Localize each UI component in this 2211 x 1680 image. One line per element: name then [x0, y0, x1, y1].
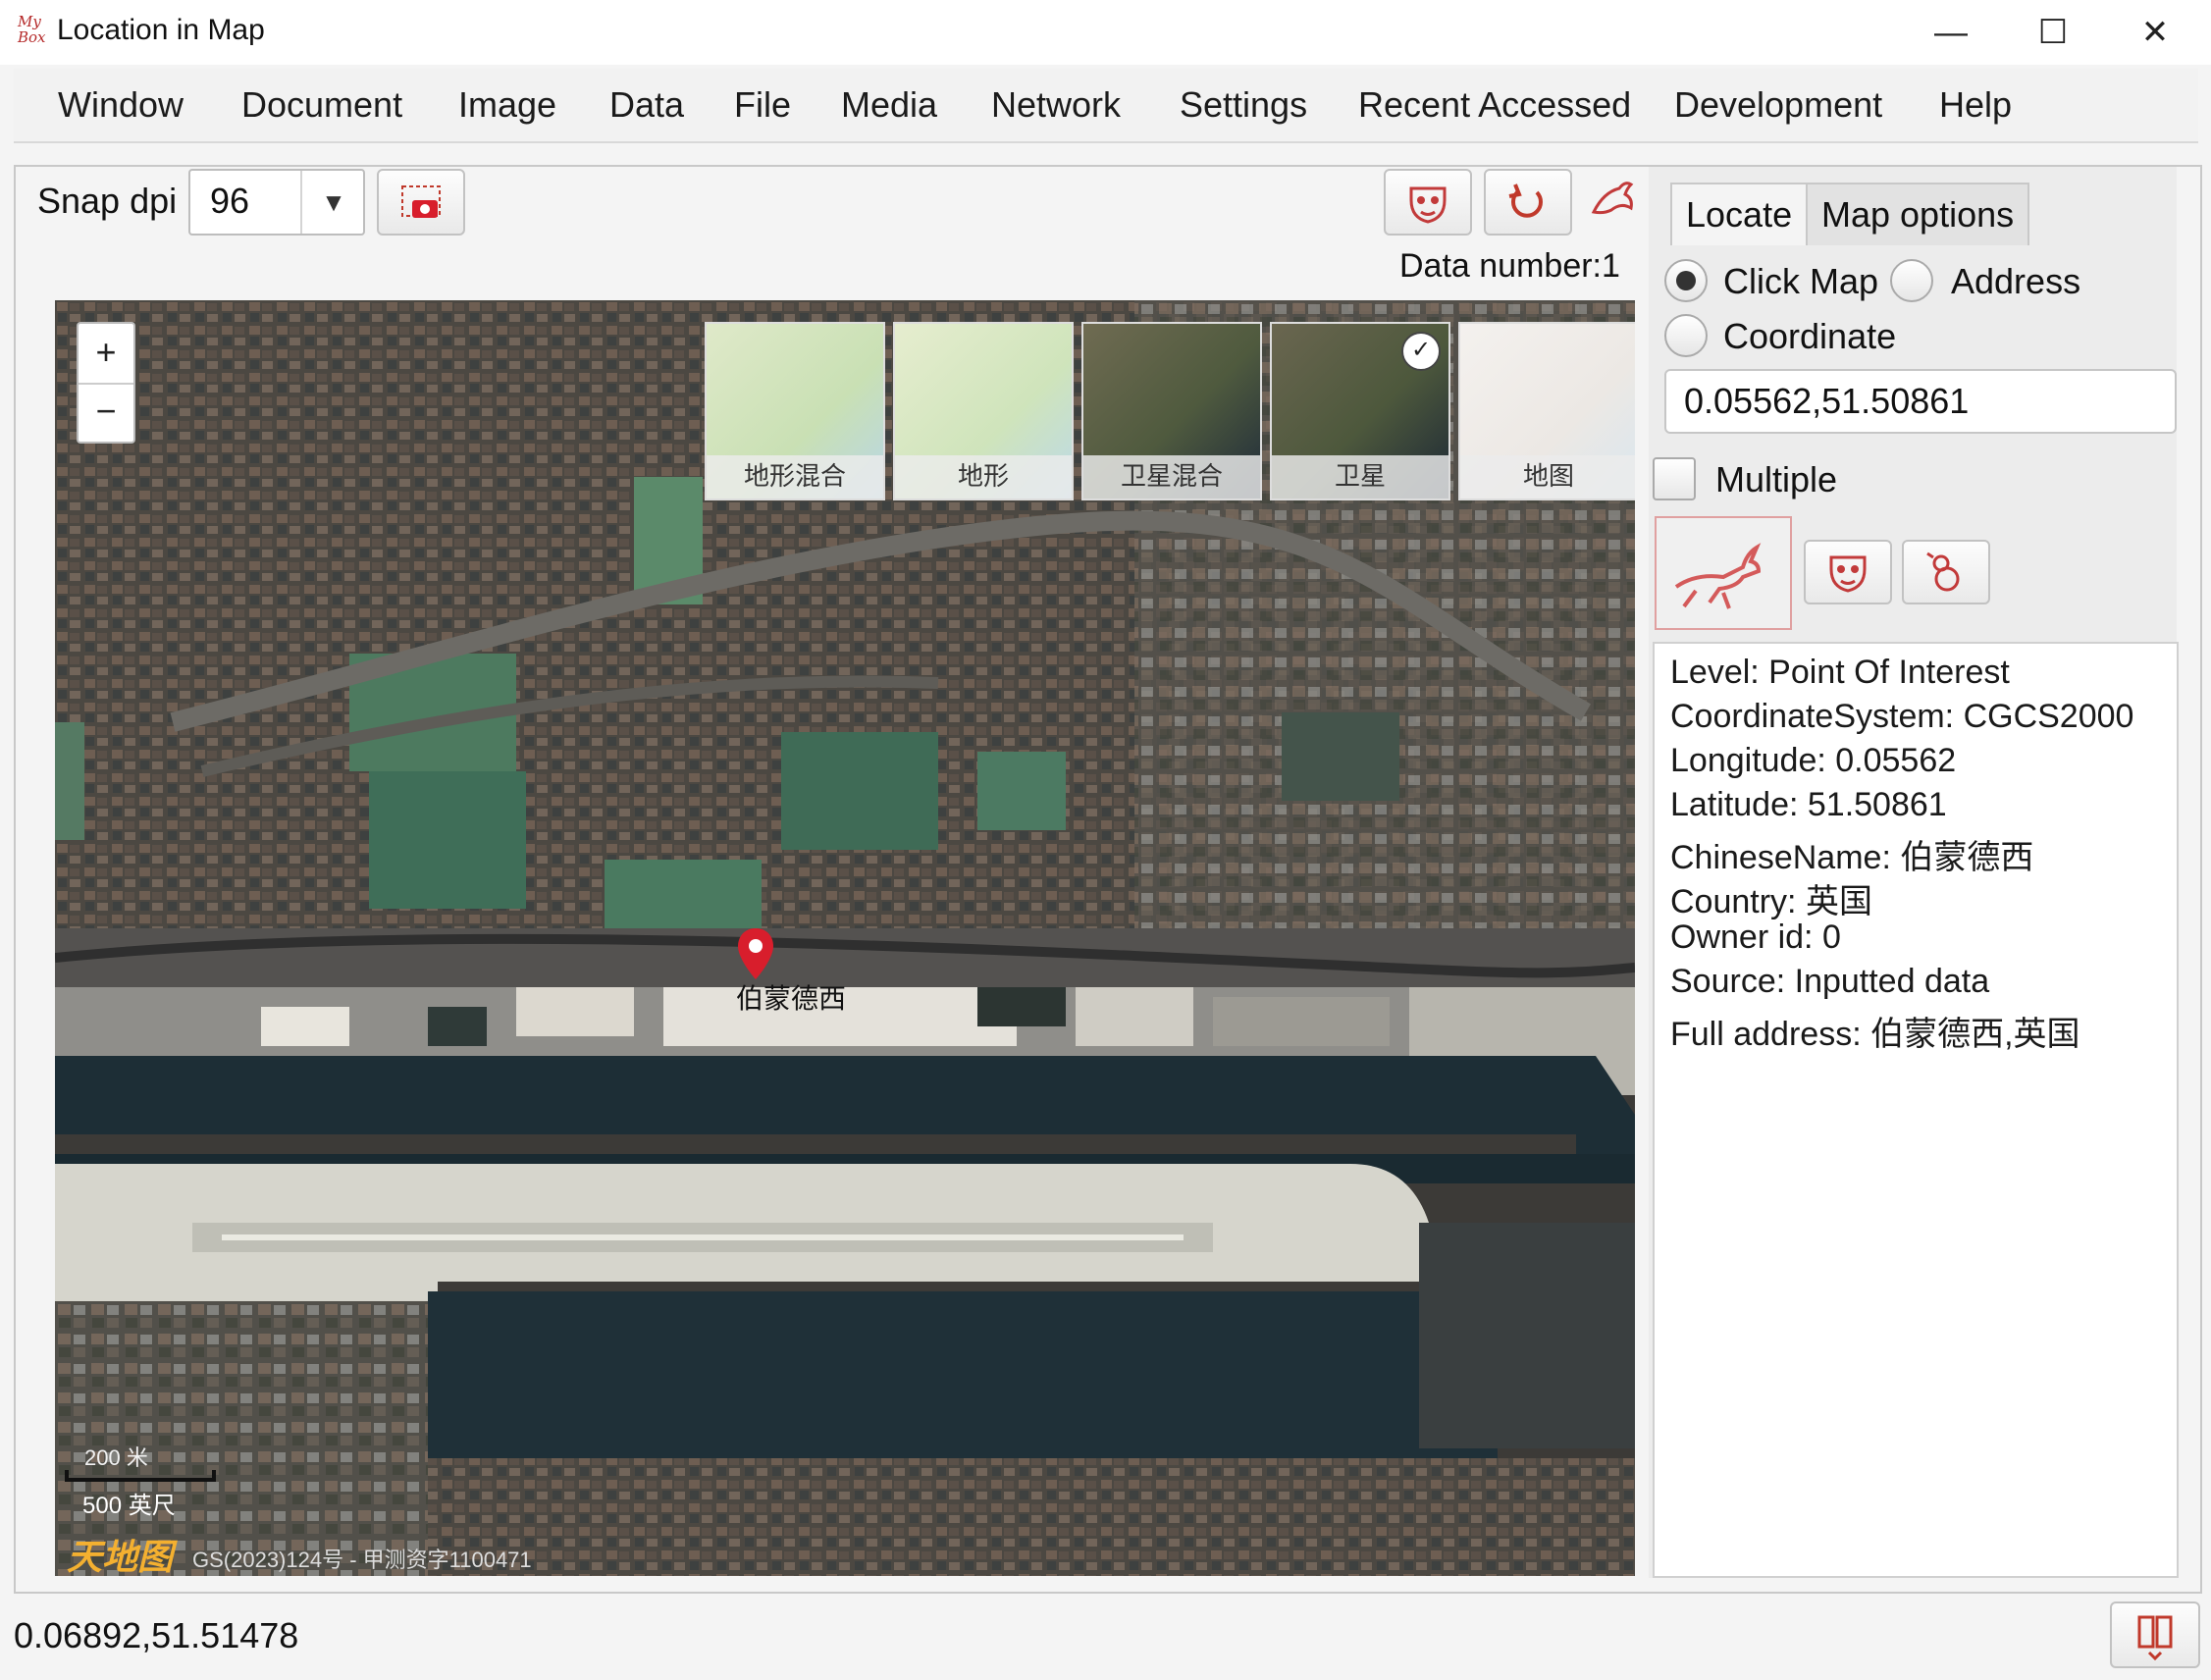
menu-settings[interactable]: Settings: [1180, 84, 1307, 126]
layer-label: 地形: [895, 455, 1072, 499]
help-bird-button[interactable]: [1584, 173, 1639, 228]
maximize-button[interactable]: ☐: [2004, 8, 2102, 57]
menu-network[interactable]: Network: [991, 84, 1121, 126]
refresh-icon: [1508, 184, 1543, 218]
radio-coordinate[interactable]: [1664, 314, 1708, 357]
panel-menu-button[interactable]: [1804, 540, 1892, 604]
radio-coordinate-label: Coordinate: [1723, 316, 1897, 356]
minimize-button[interactable]: —: [1902, 8, 2000, 57]
zoom-control: + −: [77, 322, 135, 444]
status-coordinates: 0.06892,51.51478: [14, 1615, 299, 1655]
info-coordinate-system: CoordinateSystem: CGCS2000: [1670, 698, 2134, 735]
dpi-combo[interactable]: 96 ▼: [188, 169, 365, 236]
map-view[interactable]: + − 地形混合 地形 卫星混合 ✓ 卫星 地图 伯蒙德西 200 米 500 …: [55, 300, 1635, 1576]
layer-terrain[interactable]: 地形: [893, 322, 1074, 500]
multiple-label: Multiple: [1715, 459, 1838, 499]
info-source: Source: Inputted data: [1670, 963, 1990, 1000]
locate-antelope-button[interactable]: [1655, 516, 1792, 630]
snapshot-button[interactable]: [377, 169, 465, 236]
menu-data[interactable]: Data: [609, 84, 684, 126]
menu-bar: Window Document Image Data File Media Ne…: [14, 69, 2198, 143]
clear-button[interactable]: [1902, 540, 1990, 604]
snap-dpi-label: Snap dpi: [37, 181, 178, 221]
info-latitude: Latitude: 51.50861: [1670, 786, 1947, 823]
radio-click-map-label: Click Map: [1723, 261, 1879, 301]
layer-terrain-mix[interactable]: 地形混合: [705, 322, 885, 500]
layer-map[interactable]: 地图: [1458, 322, 1635, 500]
menu-image[interactable]: Image: [458, 84, 556, 126]
right-panel: Locate Map options Click Map Address Coo…: [1649, 167, 2179, 1578]
info-owner-id: Owner id: 0: [1670, 919, 1841, 956]
tab-map-options[interactable]: Map options: [1806, 183, 2030, 245]
info-longitude: Longitude: 0.05562: [1670, 742, 1957, 779]
menu-recent-accessed[interactable]: Recent Accessed: [1358, 84, 1631, 126]
coordinate-input[interactable]: [1664, 369, 2177, 434]
scale-bar: [65, 1470, 216, 1482]
mask-icon: [1829, 555, 1867, 593]
location-marker-icon[interactable]: [736, 926, 775, 981]
layer-satellite-mix[interactable]: 卫星混合: [1081, 322, 1262, 500]
info-country: Country: 英国: [1670, 883, 1872, 920]
info-level: Level: Point Of Interest: [1670, 654, 2010, 691]
antelope-icon: [1674, 543, 1762, 609]
app-logo: My Box: [18, 13, 46, 46]
tab-locate[interactable]: Locate: [1670, 183, 1809, 245]
title-bar: [0, 0, 2211, 65]
mask-icon: [1409, 186, 1447, 224]
menu-document[interactable]: Document: [241, 84, 402, 126]
layer-label: 地形混合: [707, 455, 883, 499]
scale-feet: 500 英尺: [82, 1493, 176, 1519]
chevron-down-icon[interactable]: ▼: [300, 171, 365, 234]
layer-label: 地图: [1460, 455, 1635, 499]
menu-window[interactable]: Window: [58, 84, 184, 126]
bird-icon: [1591, 182, 1634, 215]
menu-file[interactable]: File: [734, 84, 791, 126]
data-number-label: Data number:1: [1399, 247, 1620, 285]
refresh-button[interactable]: [1484, 169, 1572, 236]
multiple-checkbox[interactable]: [1653, 457, 1696, 500]
layer-label: 卫星: [1272, 455, 1448, 499]
status-panel-button[interactable]: [2110, 1601, 2200, 1668]
map-credit: GS(2023)124号 - 甲测资字1100471: [192, 1548, 532, 1572]
map-provider-logo: 天地图: [67, 1537, 174, 1576]
menu-help[interactable]: Help: [1939, 84, 2012, 126]
info-chinese-name: ChineseName: 伯蒙德西: [1670, 839, 2034, 876]
check-icon: ✓: [1401, 332, 1441, 371]
camera-icon: [401, 185, 441, 218]
radio-address[interactable]: [1890, 259, 1933, 302]
marker-label: 伯蒙德西: [736, 982, 847, 1015]
layer-label: 卫星混合: [1083, 455, 1260, 499]
close-button[interactable]: ✕: [2106, 8, 2204, 57]
zoom-out-button[interactable]: −: [79, 383, 133, 442]
menu-development[interactable]: Development: [1674, 84, 1882, 126]
radio-address-label: Address: [1951, 261, 2081, 301]
window-title: Location in Map: [57, 14, 265, 46]
popup-menu-button[interactable]: [1384, 169, 1472, 236]
location-info-box: Level: Point Of Interest CoordinateSyste…: [1653, 642, 2179, 1578]
radio-click-map[interactable]: [1664, 259, 1708, 302]
info-full-address: Full address: 伯蒙德西,英国: [1670, 1016, 2080, 1053]
layer-satellite[interactable]: ✓ 卫星: [1270, 322, 1450, 500]
panel-toggle-icon: [2137, 1615, 2173, 1661]
gourd-icon: [1926, 551, 1960, 592]
zoom-in-button[interactable]: +: [79, 324, 133, 385]
menu-media[interactable]: Media: [841, 84, 937, 126]
dpi-value: 96: [210, 181, 250, 221]
